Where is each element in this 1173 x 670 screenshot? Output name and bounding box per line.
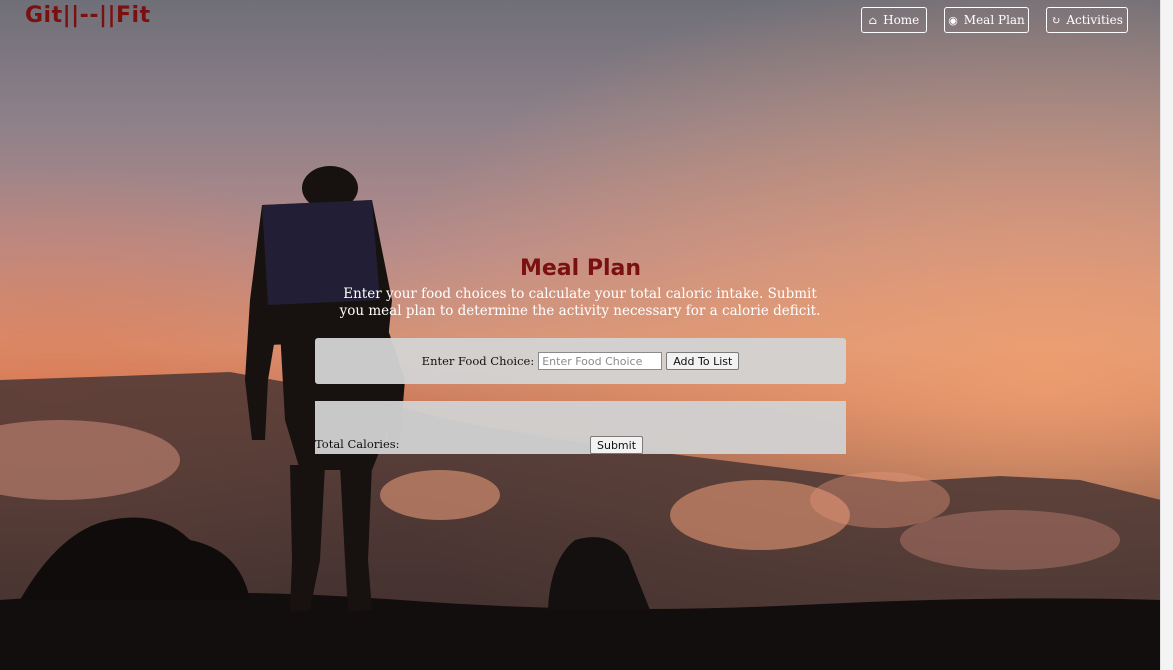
submit-button[interactable]: Submit	[590, 436, 644, 454]
nav-home-label: Home	[883, 13, 920, 27]
total-calories-label: Total Calories:	[315, 437, 400, 451]
home-icon: ⌂	[868, 13, 878, 27]
hero-background	[0, 0, 1161, 670]
food-list	[315, 401, 846, 436]
totals-row: Total Calories: Submit	[315, 436, 846, 454]
nav-activities-button[interactable]: ↻ Activities	[1046, 7, 1128, 33]
food-entry-form: Enter Food Choice: Add To List	[315, 338, 846, 384]
food-choice-input[interactable]	[538, 352, 663, 370]
add-to-list-button[interactable]: Add To List	[666, 352, 740, 370]
food-choice-label: Enter Food Choice:	[421, 354, 535, 368]
nav-activities-label: Activities	[1066, 13, 1123, 27]
page: Git||--||Fit ⌂ Home ◉ Meal Plan ↻ Activi…	[0, 0, 1173, 670]
page-description: Enter your food choices to calculate you…	[339, 286, 821, 319]
nav-meal-plan-button[interactable]: ◉ Meal Plan	[944, 7, 1029, 33]
nav-meal-plan-label: Meal Plan	[963, 13, 1025, 27]
github-icon: ◉	[948, 13, 958, 27]
brand-logo[interactable]: Git||--||Fit	[25, 3, 151, 28]
hiker-landscape-image	[0, 0, 1161, 670]
nav-home-button[interactable]: ⌂ Home	[861, 7, 927, 33]
page-title: Meal Plan	[519, 256, 642, 281]
refresh-icon: ↻	[1051, 13, 1061, 27]
vertical-scrollbar[interactable]	[1160, 0, 1173, 670]
